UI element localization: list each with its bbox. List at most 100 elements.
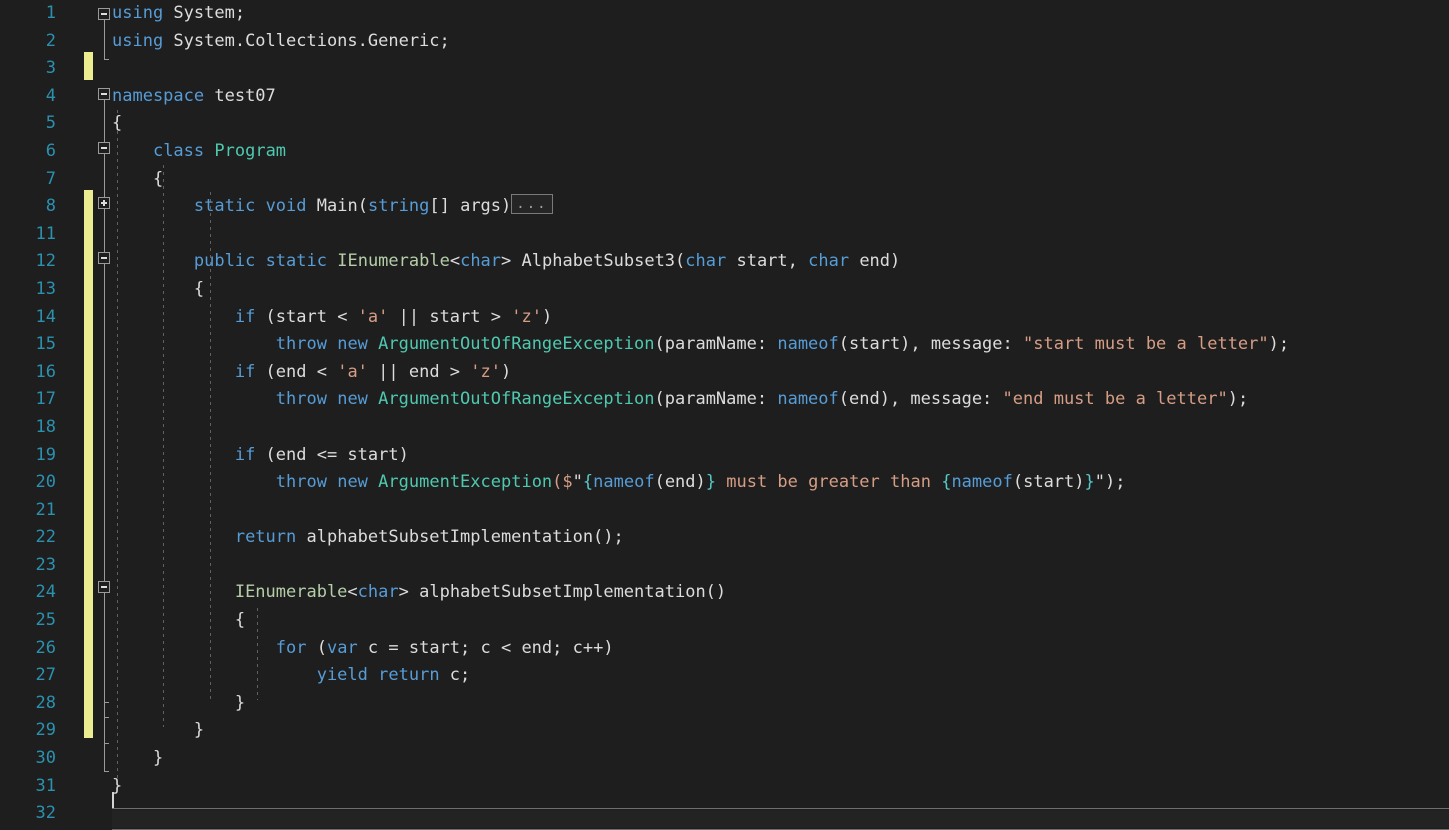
operator-nameof: nameof xyxy=(777,389,838,409)
code-line-31[interactable]: } xyxy=(112,773,1449,801)
space xyxy=(327,472,337,492)
angle-open: < xyxy=(347,582,357,602)
line-number: 30 xyxy=(0,745,56,773)
keyword-static: static xyxy=(266,251,327,271)
keyword-return: return xyxy=(235,527,296,547)
space xyxy=(327,251,337,271)
condition-part: ) xyxy=(542,307,552,327)
code-lines[interactable]: using System; using System.Collections.G… xyxy=(112,0,1449,828)
change-bar xyxy=(84,52,93,80)
line-number: 1 xyxy=(0,0,56,28)
code-line-5[interactable]: { xyxy=(112,110,1449,138)
code-line-21[interactable] xyxy=(112,497,1449,525)
code-line-16[interactable]: if (end < 'a' || end > 'z') xyxy=(112,359,1449,387)
string-literal-must-be-greater-than: must be greater than xyxy=(716,472,941,492)
code-line-19[interactable]: if (end <= start) xyxy=(112,442,1449,470)
code-content-area[interactable]: using System; using System.Collections.G… xyxy=(112,0,1449,830)
method-name-alphabetsubset3: AlphabetSubset3( xyxy=(522,251,686,271)
code-line-15[interactable]: throw new ArgumentOutOfRangeException(pa… xyxy=(112,331,1449,359)
condition-part: || start > xyxy=(388,307,511,327)
space xyxy=(255,251,265,271)
char-literal-z: 'z' xyxy=(511,307,542,327)
code-line-11[interactable] xyxy=(112,221,1449,249)
line-number: 22 xyxy=(0,524,56,552)
keyword-class: class xyxy=(153,141,204,161)
code-line-13[interactable]: { xyxy=(112,276,1449,304)
keyword-new: new xyxy=(337,389,368,409)
code-folding-column[interactable] xyxy=(98,0,112,830)
fold-marker-collapse-line-6[interactable] xyxy=(98,142,110,154)
arg-part: ); xyxy=(1105,472,1125,492)
horizontal-scrollbar-thumb[interactable] xyxy=(112,810,1449,828)
char-literal-a: 'a' xyxy=(358,307,389,327)
code-line-20[interactable]: throw new ArgumentException($"{nameof(en… xyxy=(112,469,1449,497)
method-name-main: Main( xyxy=(317,196,368,216)
type-name-ienumerable: IEnumerable xyxy=(235,582,348,602)
keyword-return: return xyxy=(378,665,439,685)
keyword-throw: throw xyxy=(276,472,327,492)
arg-part: ); xyxy=(1228,389,1248,409)
code-line-22[interactable]: return alphabetSubsetImplementation(); xyxy=(112,524,1449,552)
code-line-17[interactable]: throw new ArgumentOutOfRangeException(pa… xyxy=(112,386,1449,414)
line-number: 23 xyxy=(0,552,56,580)
collapsed-region-indicator[interactable]: ... xyxy=(511,194,552,214)
line-number: 31 xyxy=(0,773,56,801)
line-number: 32 xyxy=(0,800,56,828)
code-line-18[interactable] xyxy=(112,414,1449,442)
brace: } xyxy=(194,720,204,740)
code-line-28[interactable]: } xyxy=(112,690,1449,718)
paren: ( xyxy=(306,638,326,658)
fold-marker-collapse-line-24[interactable] xyxy=(98,581,110,593)
line-number: 24 xyxy=(0,579,56,607)
code-line-30[interactable]: } xyxy=(112,745,1449,773)
brace: } xyxy=(153,748,163,768)
code-line-24[interactable]: IEnumerable<char> alphabetSubsetImplemen… xyxy=(112,579,1449,607)
line-number: 28 xyxy=(0,690,56,718)
fold-marker-expand-line-8[interactable] xyxy=(98,197,110,209)
arg-part: (end), message: xyxy=(839,389,1003,409)
line-number: 18 xyxy=(0,414,56,442)
code-line-27[interactable]: yield return c; xyxy=(112,662,1449,690)
condition-part: (end < xyxy=(255,362,337,382)
interpolation-brace-open: { xyxy=(583,472,593,492)
type-name-ienumerable: IEnumerable xyxy=(337,251,450,271)
fold-marker-collapse-line-1[interactable] xyxy=(98,8,110,20)
code-line-14[interactable]: if (start < 'a' || start > 'z') xyxy=(112,304,1449,332)
code-line-2[interactable]: using System.Collections.Generic; xyxy=(112,28,1449,56)
horizontal-scrollbar[interactable] xyxy=(112,808,1449,830)
keyword-using: using xyxy=(112,31,163,51)
brace: { xyxy=(235,610,245,630)
code-line-1[interactable]: using System; xyxy=(112,0,1449,28)
line-number: 21 xyxy=(0,497,56,525)
code-editor[interactable]: 1 2 3 4 5 6 7 8 11 12 13 14 15 16 17 18 … xyxy=(0,0,1449,830)
keyword-if: if xyxy=(235,307,255,327)
arg-part: ); xyxy=(1269,334,1289,354)
keyword-static: static xyxy=(194,196,255,216)
code-line-7[interactable]: { xyxy=(112,166,1449,194)
space xyxy=(368,334,378,354)
code-line-25[interactable]: { xyxy=(112,607,1449,635)
change-bar xyxy=(84,190,93,738)
fold-marker-collapse-line-12[interactable] xyxy=(98,252,110,264)
keyword-char: char xyxy=(358,582,399,602)
code-line-3[interactable] xyxy=(112,55,1449,83)
code-line-29[interactable]: } xyxy=(112,717,1449,745)
keyword-throw: throw xyxy=(276,334,327,354)
line-number: 26 xyxy=(0,635,56,663)
code-line-6[interactable]: class Program xyxy=(112,138,1449,166)
condition-part: || end > xyxy=(368,362,470,382)
code-line-23[interactable] xyxy=(112,552,1449,580)
code-line-12[interactable]: public static IEnumerable<char> Alphabet… xyxy=(112,248,1449,276)
condition-part: (start < xyxy=(255,307,357,327)
code-line-26[interactable]: for (var c = start; c < end; c++) xyxy=(112,635,1449,663)
line-number: 7 xyxy=(0,166,56,194)
line-number: 16 xyxy=(0,359,56,387)
arg-part: (paramName: xyxy=(655,389,778,409)
loop-expression: c = start; c < end; c++) xyxy=(358,638,614,658)
fold-marker-collapse-line-4[interactable] xyxy=(98,88,110,100)
param-start: start, xyxy=(726,251,808,271)
line-number: 8 xyxy=(0,193,56,221)
code-line-4[interactable]: namespace test07 xyxy=(112,83,1449,111)
code-line-8[interactable]: static void Main(string[] args)... xyxy=(112,193,1449,221)
space xyxy=(255,196,265,216)
